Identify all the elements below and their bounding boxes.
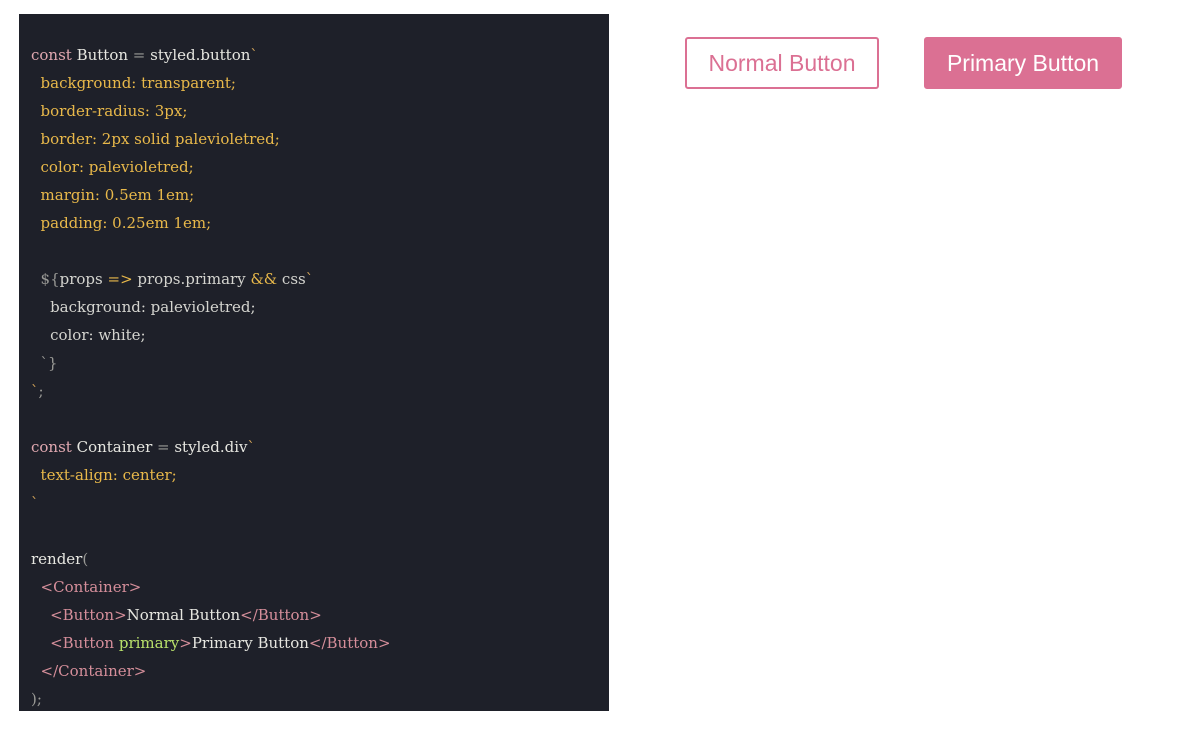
- code-line: </Container>: [19, 657, 609, 685]
- code-token: </Container>: [31, 662, 147, 680]
- code-token: <Button>: [31, 606, 127, 624]
- code-token: props: [59, 270, 108, 288]
- code-line: margin: 0.5em 1em;: [19, 181, 609, 209]
- code-token: background: transparent;: [31, 74, 236, 92]
- code-token: =>: [107, 270, 138, 288]
- code-token: css: [281, 270, 306, 288]
- code-token: >: [179, 634, 192, 652]
- code-token: border-radius: 3px;: [31, 102, 188, 120]
- code-token: `: [250, 46, 258, 64]
- code-token: </Button>: [308, 634, 391, 652]
- code-line: background: transparent;: [19, 69, 609, 97]
- code-editor[interactable]: const Button = styled.button` background…: [19, 14, 609, 711]
- code-line: `;: [19, 377, 609, 405]
- code-line: text-align: center;: [19, 461, 609, 489]
- code-token: `: [31, 494, 39, 512]
- code-token: styled.button: [150, 46, 251, 64]
- code-token: color: palevioletred;: [31, 158, 194, 176]
- normal-button[interactable]: Normal Button: [685, 37, 879, 89]
- code-token: margin: 0.5em 1em;: [31, 186, 195, 204]
- code-line: ${props => props.primary && css`: [19, 265, 609, 293]
- code-token: styled.div: [174, 438, 248, 456]
- code-line: color: white;: [19, 321, 609, 349]
- code-token: Primary Button: [191, 634, 309, 652]
- code-token: =: [132, 46, 151, 64]
- code-token: ;: [38, 382, 44, 400]
- code-token: primary: [118, 634, 180, 652]
- code-token: `: [247, 438, 255, 456]
- code-line: render(: [19, 545, 609, 573]
- code-line: padding: 0.25em 1em;: [19, 209, 609, 237]
- code-token: const: [31, 438, 77, 456]
- primary-button[interactable]: Primary Button: [924, 37, 1122, 89]
- code-token: props.primary: [137, 270, 251, 288]
- code-token: ${: [31, 270, 60, 288]
- code-token: <Container>: [31, 578, 142, 596]
- code-token: );: [31, 690, 42, 708]
- code-token: render: [31, 550, 83, 568]
- code-token: border: 2px solid palevioletred;: [31, 130, 280, 148]
- code-line: color: palevioletred;: [19, 153, 609, 181]
- code-token: &&: [250, 270, 282, 288]
- code-token: color: white;: [31, 326, 146, 344]
- code-line: );: [19, 685, 609, 713]
- code-token: Normal Button: [126, 606, 241, 624]
- code-token: padding: 0.25em 1em;: [31, 214, 212, 232]
- code-token: `}: [31, 354, 58, 372]
- code-token: background: palevioletred;: [31, 298, 256, 316]
- code-token: </Button>: [240, 606, 322, 624]
- code-line: border: 2px solid palevioletred;: [19, 125, 609, 153]
- code-token: <Button: [31, 634, 119, 652]
- code-line: border-radius: 3px;: [19, 97, 609, 125]
- code-line: const Button = styled.button`: [19, 41, 609, 69]
- live-preview: Normal Button Primary Button: [609, 14, 1194, 711]
- code-line: <Container>: [19, 573, 609, 601]
- code-token: Button: [76, 46, 133, 64]
- code-line: const Container = styled.div`: [19, 433, 609, 461]
- code-line: <Button primary>Primary Button</Button>: [19, 629, 609, 657]
- code-token: (: [82, 550, 89, 568]
- code-token: Container: [76, 438, 158, 456]
- code-token: `: [31, 382, 39, 400]
- code-token: =: [157, 438, 175, 456]
- code-token: const: [31, 46, 77, 64]
- code-token: text-align: center;: [31, 466, 177, 484]
- code-line: `: [19, 489, 609, 517]
- code-line: background: palevioletred;: [19, 293, 609, 321]
- code-token: `: [305, 270, 314, 288]
- code-line: <Button>Normal Button</Button>: [19, 601, 609, 629]
- code-line: `}: [19, 349, 609, 377]
